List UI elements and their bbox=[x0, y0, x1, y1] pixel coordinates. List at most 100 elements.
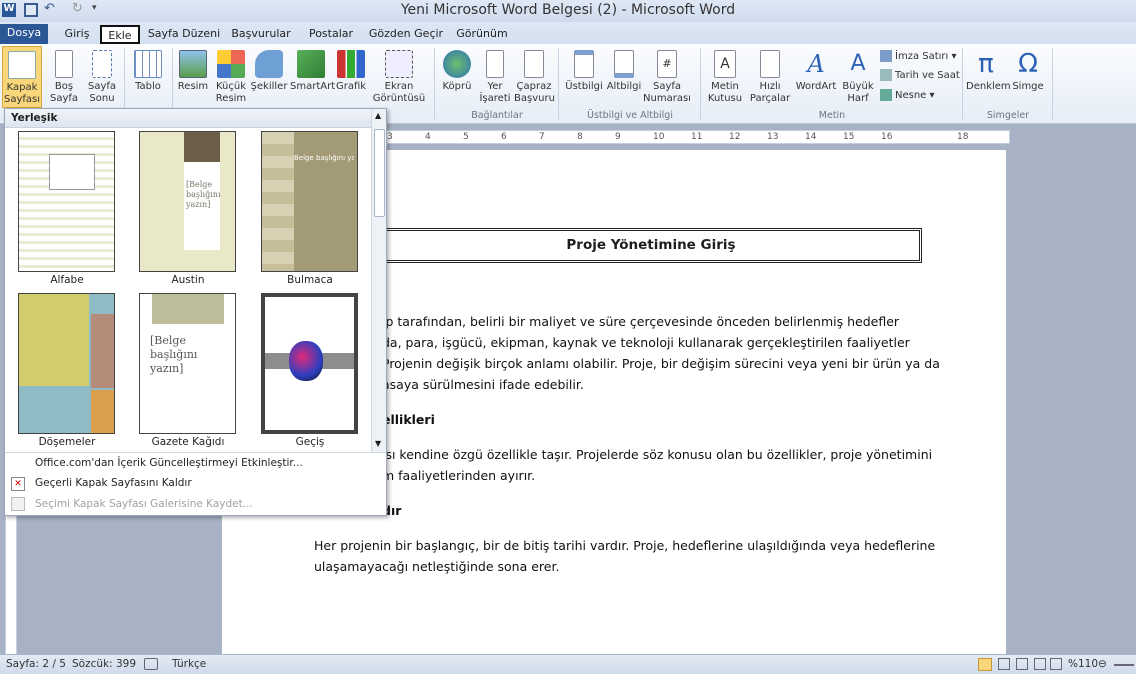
omega-icon: Ω bbox=[1018, 49, 1038, 79]
quick-parts-label: Hızlı Parçalar bbox=[749, 81, 791, 104]
zoom-level[interactable]: %110 bbox=[1068, 658, 1098, 670]
links-group-label: Bağlantılar bbox=[471, 110, 523, 121]
shapes-button[interactable]: Şekiller bbox=[250, 50, 288, 93]
cover-label-bulmaca: Bulmaca bbox=[287, 274, 333, 286]
quick-parts-button[interactable]: Hızlı Parçalar bbox=[748, 50, 792, 105]
chart-label: Grafik bbox=[335, 81, 367, 92]
smartart-button[interactable]: SmartArt bbox=[290, 50, 336, 93]
table-label: Tablo bbox=[135, 81, 161, 92]
cross-reference-button[interactable]: Çapraz Başvuru bbox=[514, 50, 555, 105]
chart-button[interactable]: Grafik bbox=[334, 50, 368, 93]
title-box[interactable]: Proje Yönetimine Giriş bbox=[380, 228, 922, 263]
full-screen-view-icon[interactable] bbox=[998, 658, 1010, 670]
bulmaca-title-text: Belge başlığını yazın] bbox=[294, 154, 354, 162]
table-icon bbox=[134, 50, 162, 78]
save-selection-to-gallery-item[interactable]: Seçimi Kapak Sayfası Galerisine Kaydet..… bbox=[35, 498, 253, 510]
bulmaca-squares bbox=[262, 132, 294, 271]
drop-cap-button[interactable]: A Büyük Harf bbox=[838, 50, 878, 105]
vertical-ruler[interactable] bbox=[5, 515, 17, 655]
word-count[interactable]: Sözcük: 399 bbox=[72, 658, 136, 670]
clipart-button[interactable]: Küçük Resim bbox=[212, 50, 250, 105]
page-number-button[interactable]: # Sayfa Numarası bbox=[642, 50, 692, 105]
outline-view-icon[interactable] bbox=[1034, 658, 1046, 670]
tab-references[interactable]: Başvurular bbox=[228, 25, 294, 44]
status-bar: Sayfa: 2 / 5 Sözcük: 399 Türkçe %110 ⊖ bbox=[0, 654, 1136, 674]
horizontal-ruler[interactable]: 3 4 5 6 7 8 9 10 11 12 13 14 15 16 18 bbox=[380, 130, 1010, 144]
tab-file[interactable]: Dosya bbox=[0, 24, 48, 44]
equation-button[interactable]: π Denklem bbox=[966, 50, 1011, 93]
signature-line-button[interactable]: İmza Satırı ▾ bbox=[880, 50, 957, 64]
remove-cover-page-item[interactable]: Geçerli Kapak Sayfasını Kaldır bbox=[35, 477, 192, 489]
cover-thumb-gecis[interactable] bbox=[261, 293, 358, 434]
zoom-out-icon[interactable]: ⊖ bbox=[1098, 658, 1107, 670]
page-number-icon: # bbox=[657, 50, 677, 78]
section-heading: ellikleri bbox=[382, 412, 435, 427]
body-text: m faaliyetlerinden ayırır. bbox=[382, 468, 536, 483]
table-button[interactable]: Tablo bbox=[128, 50, 168, 93]
text-box-button[interactable]: A Metin Kutusu bbox=[704, 50, 746, 105]
tab-review[interactable]: Gözden Geçir bbox=[368, 25, 444, 44]
cover-label-gazete-kagidi: Gazete Kağıdı bbox=[151, 436, 225, 448]
print-layout-view-icon[interactable] bbox=[978, 658, 992, 671]
wordart-icon: A bbox=[807, 50, 825, 78]
enable-content-updates-item[interactable]: Office.com'dan İçerik Güncelleştirmeyi E… bbox=[35, 457, 303, 469]
austin-band bbox=[184, 132, 220, 162]
blank-page-label: Boş Sayfa bbox=[49, 81, 79, 104]
gallery-scrollbar[interactable]: ▲ ▼ bbox=[371, 109, 386, 452]
page-break-button[interactable]: Sayfa Sonu bbox=[84, 50, 120, 105]
cover-label-austin: Austin bbox=[171, 274, 205, 286]
dosemeler-block bbox=[91, 314, 114, 388]
body-text: asaya sürülmesini ifade edebilir. bbox=[382, 377, 584, 392]
tab-view[interactable]: Görünüm bbox=[454, 25, 510, 44]
screenshot-button[interactable]: Ekran Görüntüsü bbox=[368, 50, 430, 105]
cover-page-icon bbox=[8, 51, 36, 79]
object-icon bbox=[880, 89, 892, 101]
smartart-label: SmartArt bbox=[290, 81, 336, 92]
header-button[interactable]: Üstbilgi bbox=[562, 50, 606, 93]
symbol-button[interactable]: Ω Simge bbox=[1008, 50, 1048, 93]
tab-mailings[interactable]: Postalar bbox=[304, 25, 358, 44]
bookmark-button[interactable]: Yer İşareti bbox=[478, 50, 512, 105]
body-text: ısı kendine özgü özellikle taşır. Projel… bbox=[382, 447, 933, 462]
zoom-slider[interactable] bbox=[1114, 664, 1134, 666]
cover-thumb-austin[interactable]: [Belge başlığını yazın] bbox=[139, 131, 236, 272]
tab-home[interactable]: Giriş bbox=[58, 25, 96, 44]
globe-icon bbox=[443, 50, 471, 78]
footer-button[interactable]: Altbilgi bbox=[604, 50, 644, 93]
date-time-button[interactable]: Tarih ve Saat bbox=[880, 69, 960, 83]
proofing-icon[interactable] bbox=[144, 658, 158, 670]
object-label: Nesne bbox=[895, 90, 927, 101]
cover-thumb-dosemeler[interactable] bbox=[18, 293, 115, 434]
ruler-tick: 5 bbox=[463, 132, 469, 142]
picture-button[interactable]: Resim bbox=[176, 50, 210, 93]
cover-thumb-gazete-kagidi[interactable]: [Belge başlığını yazın] bbox=[139, 293, 236, 434]
blank-page-button[interactable]: Boş Sayfa bbox=[46, 50, 82, 105]
tab-page-layout[interactable]: Sayfa Düzeni bbox=[146, 25, 222, 44]
cover-thumb-alfabe[interactable] bbox=[18, 131, 115, 272]
hyperlink-button[interactable]: Köprü bbox=[438, 50, 476, 93]
scroll-down-icon[interactable]: ▼ bbox=[375, 439, 381, 448]
page-count[interactable]: Sayfa: 2 / 5 bbox=[6, 658, 66, 670]
language[interactable]: Türkçe bbox=[172, 658, 206, 670]
scroll-thumb[interactable] bbox=[374, 129, 385, 217]
clipart-label: Küçük Resim bbox=[215, 81, 247, 104]
signature-label: İmza Satırı bbox=[895, 51, 949, 62]
dosemeler-block bbox=[19, 294, 89, 386]
gazete-band bbox=[152, 294, 224, 324]
group-separator bbox=[434, 48, 435, 120]
tab-insert[interactable]: Ekle bbox=[100, 25, 140, 44]
wordart-button[interactable]: A WordArt bbox=[794, 50, 838, 93]
picture-icon bbox=[179, 50, 207, 78]
object-button[interactable]: Nesne ▾ bbox=[880, 89, 935, 103]
cover-thumb-bulmaca[interactable]: Belge başlığını yazın] bbox=[261, 131, 358, 272]
draft-view-icon[interactable] bbox=[1050, 658, 1062, 670]
symbol-label: Simge bbox=[1012, 81, 1044, 92]
alfabe-title-frame bbox=[49, 154, 95, 190]
bookmark-icon bbox=[486, 50, 504, 78]
clipart-icon bbox=[217, 50, 245, 78]
picture-label: Resim bbox=[177, 81, 209, 92]
austin-title-text: [Belge başlığını yazın] bbox=[186, 180, 221, 209]
cover-page-button[interactable]: Kapak Sayfası bbox=[2, 46, 42, 108]
web-layout-view-icon[interactable] bbox=[1016, 658, 1028, 670]
scroll-up-icon[interactable]: ▲ bbox=[375, 111, 381, 120]
